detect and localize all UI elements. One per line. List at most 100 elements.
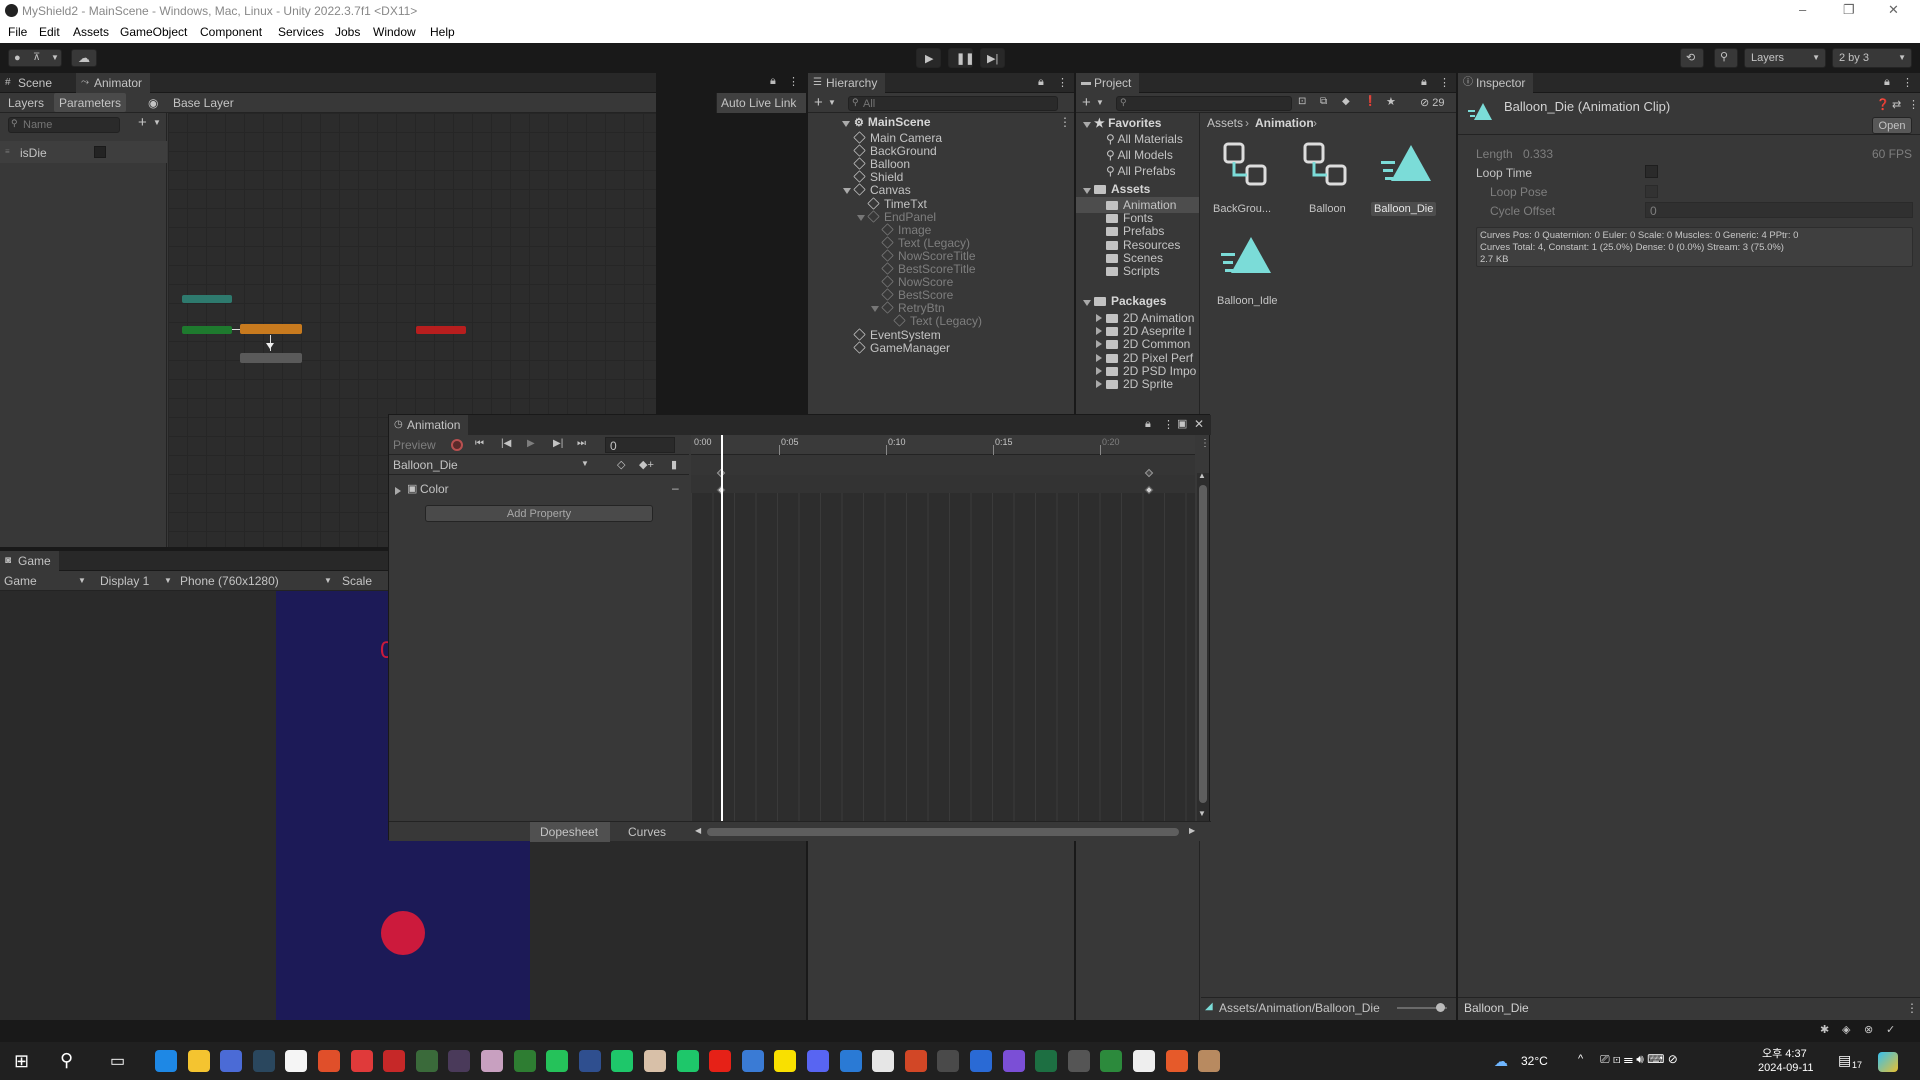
tray-icons[interactable]: ⎚ ⊡ ☰ 🔊︎ ⌨ ⊘ xyxy=(1600,1052,1678,1067)
hierarchy-item[interactable]: Shield xyxy=(853,170,903,184)
package-folder[interactable]: 2D PSD Impo xyxy=(1106,364,1196,378)
taskbar-app-icon[interactable] xyxy=(383,1050,406,1072)
package-folder[interactable]: 2D Animation xyxy=(1106,311,1194,325)
drag-handle-icon[interactable]: ≡ xyxy=(5,147,10,156)
project-search-input[interactable] xyxy=(1116,96,1292,111)
kebab-menu-icon[interactable]: ⋮ xyxy=(788,75,799,88)
preset-icon[interactable]: ⇄ xyxy=(1892,98,1901,111)
taskbar-app-icon[interactable] xyxy=(676,1050,699,1072)
taskbar-app-icon[interactable] xyxy=(350,1050,373,1072)
next-key-icon[interactable]: ▶| xyxy=(553,438,563,449)
game-mode-dropdown[interactable]: Game xyxy=(4,574,37,588)
label-icon[interactable]: ◆ xyxy=(1342,96,1350,107)
create-button[interactable]: + xyxy=(814,94,823,111)
kebab-menu-icon[interactable]: ⋮ xyxy=(1057,76,1068,89)
tab-scene[interactable]: # Scene xyxy=(0,73,60,93)
state-node-exit[interactable] xyxy=(416,326,466,334)
kebab-menu-icon[interactable]: ⋮ xyxy=(1059,115,1071,129)
playhead[interactable] xyxy=(721,435,723,821)
state-node-entry[interactable] xyxy=(182,326,232,334)
scroll-down-icon[interactable]: ▼ xyxy=(1198,809,1206,818)
expand-arrow-icon[interactable] xyxy=(1096,366,1102,375)
expand-arrow-icon[interactable] xyxy=(871,306,879,313)
account-button[interactable]: ● ⊼ ▼ xyxy=(8,49,62,67)
open-button[interactable]: Open xyxy=(1872,117,1912,134)
menu-window[interactable]: Window xyxy=(373,25,416,39)
parameter-name[interactable]: isDie xyxy=(20,146,47,160)
taskbar-app-icon[interactable] xyxy=(872,1050,895,1072)
favorite-item[interactable]: ⚲ All Prefabs xyxy=(1106,164,1176,178)
star-icon[interactable]: ★ xyxy=(1386,95,1396,108)
expand-arrow-icon[interactable] xyxy=(1083,122,1091,128)
tab-animator[interactable]: ⤳ Animator xyxy=(76,73,151,93)
lock-icon[interactable]: 🔒︎ xyxy=(770,75,776,88)
taskbar-app-icon[interactable] xyxy=(318,1050,340,1072)
pause-button[interactable]: ❚❚ xyxy=(948,48,974,68)
restore-button[interactable]: ❐ xyxy=(1843,2,1855,18)
asset-item-balloon[interactable]: Balloon xyxy=(1289,133,1359,219)
hierarchy-item[interactable]: Image xyxy=(881,223,931,237)
tab-inspector[interactable]: ⓘ Inspector xyxy=(1458,73,1534,93)
first-key-icon[interactable]: ⏮ xyxy=(475,438,484,449)
parameter-search-input[interactable] xyxy=(8,117,120,133)
scroll-up-icon[interactable]: ▲ xyxy=(1198,471,1206,480)
vertical-scrollbar[interactable]: ▲ ▼ xyxy=(1197,471,1209,821)
taskbar-app-icon[interactable] xyxy=(970,1050,992,1072)
taskbar-app-icon[interactable] xyxy=(578,1050,601,1072)
scene-root[interactable]: ⚙ MainScene xyxy=(854,115,931,129)
hierarchy-item[interactable]: BestScore xyxy=(881,288,953,302)
state-node-die[interactable] xyxy=(240,353,302,363)
auto-live-link-button[interactable]: Auto Live Link xyxy=(716,93,806,113)
close-icon[interactable]: ✕ xyxy=(1194,417,1204,431)
taskbar-app-icon[interactable] xyxy=(155,1050,177,1072)
minimize-button[interactable]: – xyxy=(1799,2,1806,17)
favorite-item[interactable]: ⚲ All Models xyxy=(1106,148,1173,162)
tab-game[interactable]: ◙ Game xyxy=(0,551,59,571)
menu-services[interactable]: Services xyxy=(278,25,324,39)
add-property-button[interactable]: Add Property xyxy=(425,505,653,522)
hidden-packages-icon[interactable]: ⊘ 29 xyxy=(1420,96,1445,109)
expand-arrow-icon[interactable] xyxy=(1083,188,1091,194)
taskbar-app-icon[interactable] xyxy=(1067,1050,1090,1072)
dopesheet-area[interactable] xyxy=(691,435,1195,821)
resolution-dropdown[interactable]: Phone (760x1280) xyxy=(180,574,279,588)
asset-folder[interactable]: Scenes xyxy=(1106,251,1163,265)
layers-dropdown[interactable]: Layers ▼ xyxy=(1744,48,1826,68)
taskbar-app-icon[interactable] xyxy=(252,1050,275,1072)
taskbar-app-icon[interactable] xyxy=(741,1050,764,1072)
cloud-button[interactable]: ☁ xyxy=(71,49,97,67)
state-node-any[interactable] xyxy=(182,295,232,303)
hierarchy-item[interactable]: Text (Legacy) xyxy=(881,236,970,250)
taskbar-app-icon[interactable] xyxy=(709,1050,732,1072)
state-node-default[interactable] xyxy=(240,324,302,334)
tab-animation[interactable]: ◷ Animation xyxy=(389,415,469,435)
undo-history-button[interactable]: ⟲ xyxy=(1680,48,1704,68)
expand-arrow-icon[interactable] xyxy=(1096,327,1102,336)
create-asset-button[interactable]: + xyxy=(1082,94,1091,111)
asset-folder[interactable]: Resources xyxy=(1106,238,1180,252)
taskbar-app-icon[interactable] xyxy=(1002,1050,1025,1072)
asset-folder[interactable]: Fonts xyxy=(1106,211,1153,225)
property-name[interactable]: Color xyxy=(420,482,449,496)
expand-arrow-icon[interactable] xyxy=(1096,340,1102,349)
hierarchy-item[interactable]: Text (Legacy) xyxy=(893,314,982,328)
menu-help[interactable]: Help xyxy=(430,25,455,39)
step-button[interactable]: ▶| xyxy=(980,48,1005,68)
packages-header[interactable]: Packages xyxy=(1094,294,1166,308)
search-scope-icon[interactable]: ⊡ xyxy=(1298,96,1306,107)
horizontal-scrollbar-thumb[interactable] xyxy=(707,828,1179,836)
taskbar-app-icon[interactable] xyxy=(1100,1050,1123,1072)
expand-arrow-icon[interactable] xyxy=(395,487,401,495)
asset-item-backgrou[interactable]: BackGrou... xyxy=(1209,133,1279,219)
favorite-item[interactable]: ⚲ All Materials xyxy=(1106,132,1183,146)
favorites-header[interactable]: ★ Favorites xyxy=(1094,116,1161,130)
breadcrumb-animation[interactable]: Animation xyxy=(1255,116,1314,130)
taskbar-app-icon[interactable] xyxy=(1165,1050,1188,1072)
menu-edit[interactable]: Edit xyxy=(39,25,60,39)
taskbar-app-icon[interactable] xyxy=(220,1050,243,1072)
progress-icon[interactable]: ✓ xyxy=(1886,1023,1895,1036)
kebab-menu-icon[interactable]: ⋮ xyxy=(1902,76,1913,89)
icon-size-slider-thumb[interactable] xyxy=(1436,1003,1445,1012)
breadcrumb-assets[interactable]: Assets xyxy=(1207,116,1243,130)
event-marker-icon[interactable]: ▮ xyxy=(671,458,677,471)
